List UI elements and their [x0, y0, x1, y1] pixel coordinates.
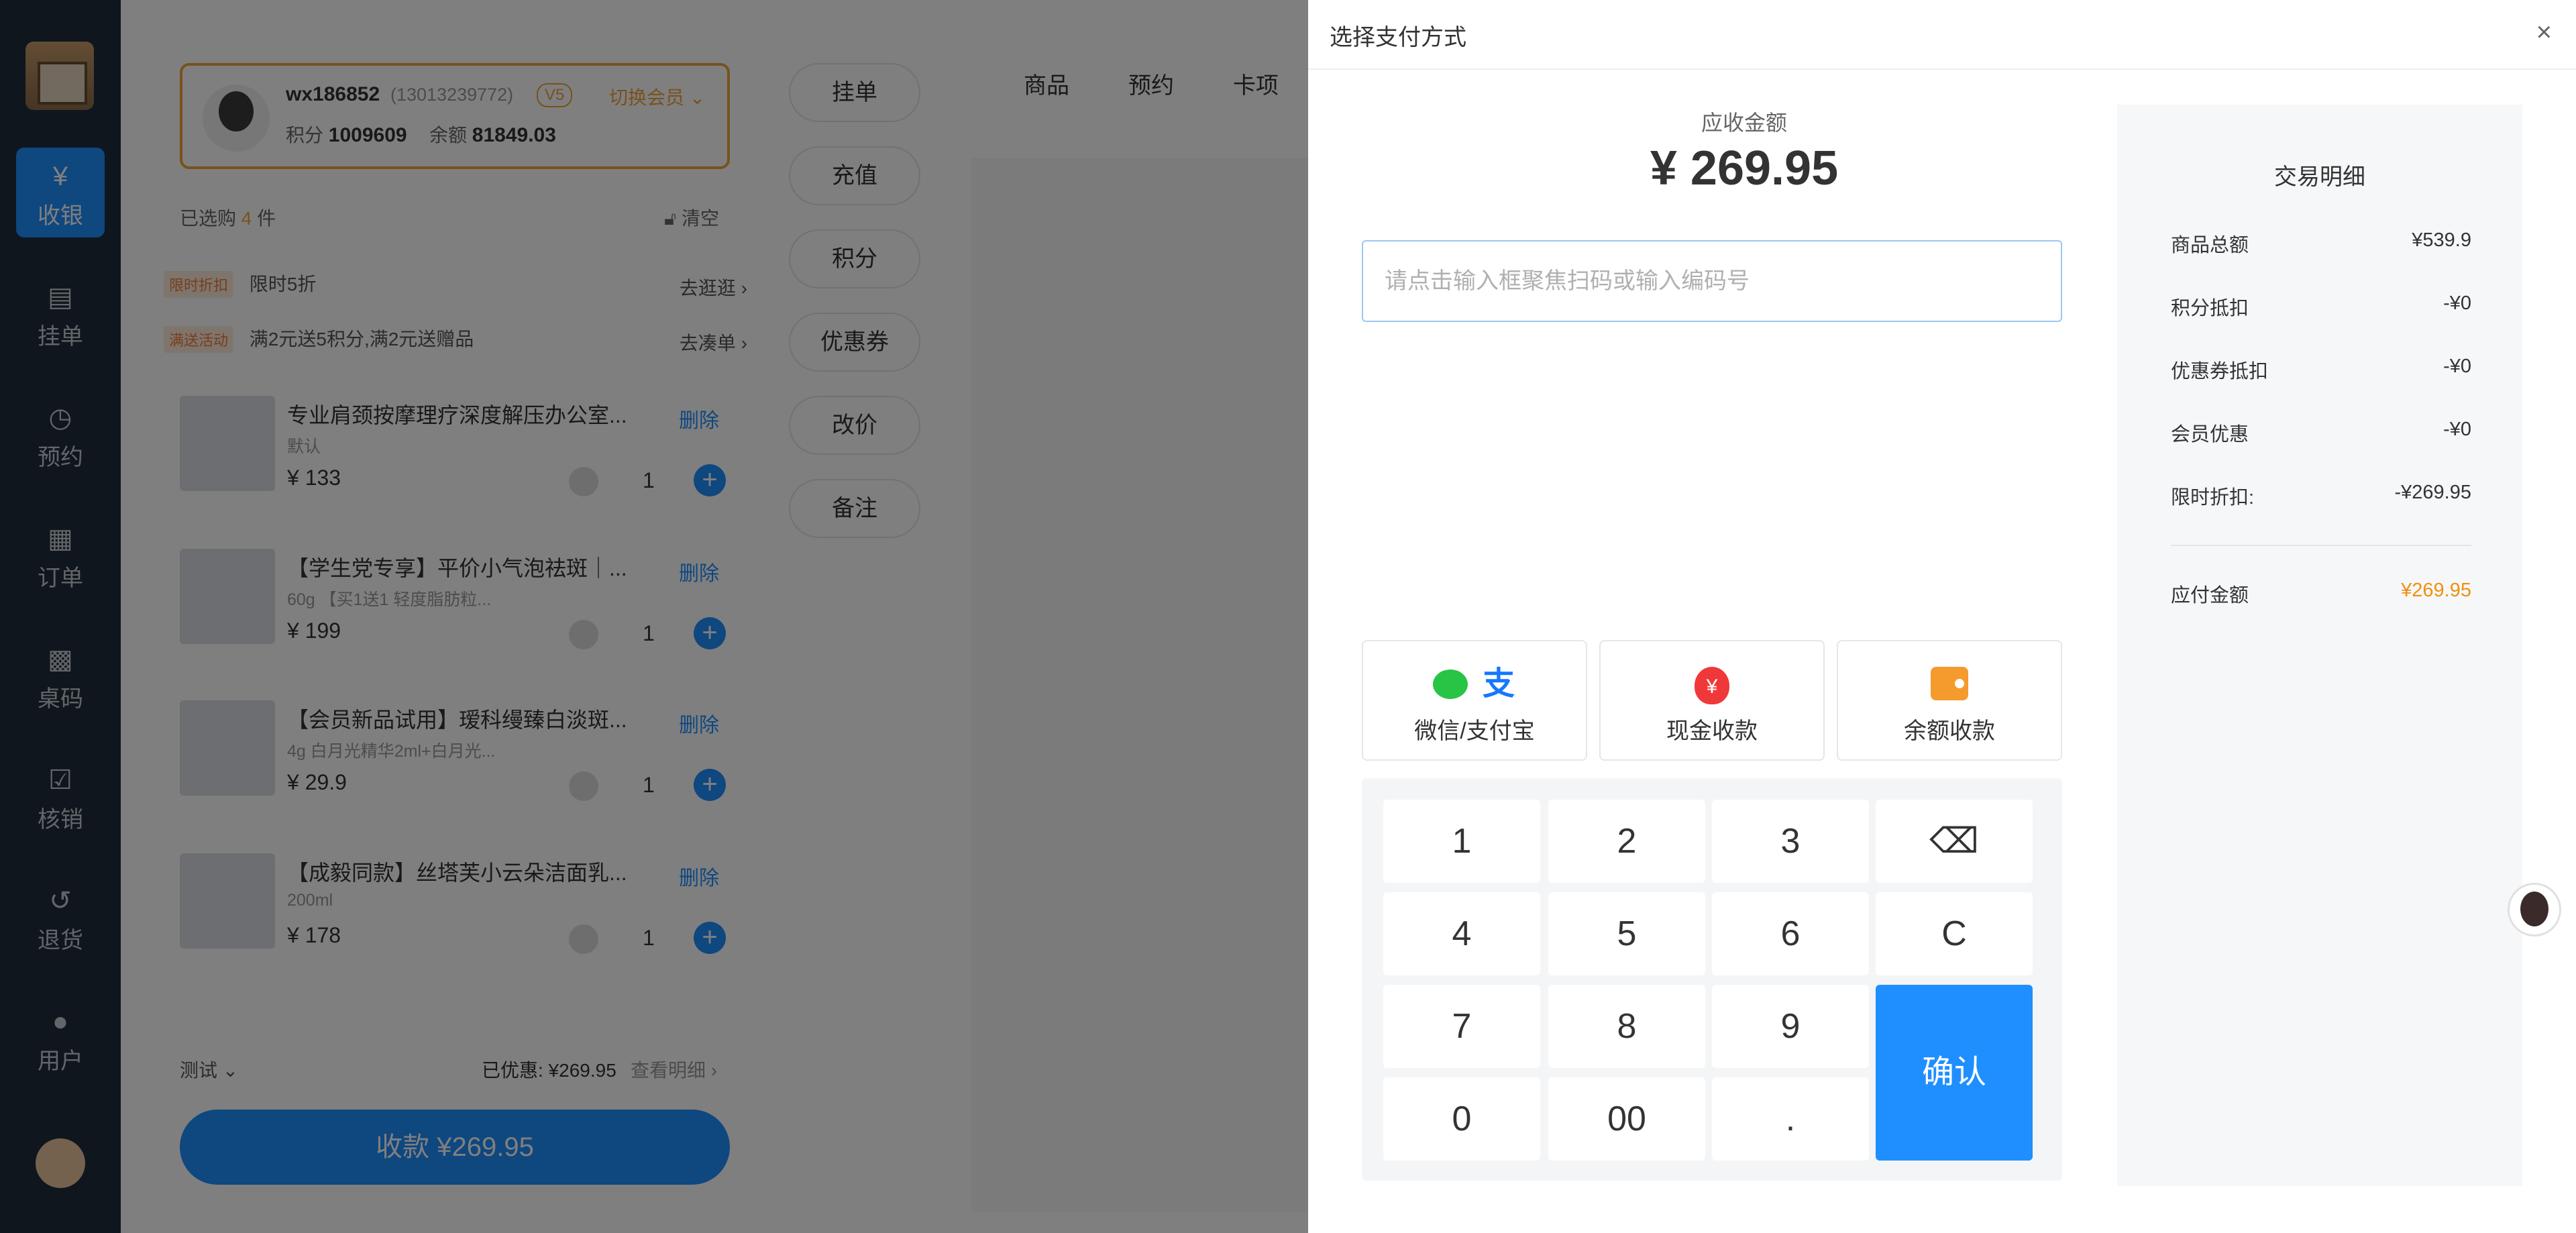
key-dot[interactable]: . — [1712, 1077, 1869, 1161]
summary-row: 会员优惠 -¥0 — [2171, 419, 2471, 447]
alipay-icon: 支 — [1482, 666, 1515, 702]
due-amount: ¥ 269.95 — [1650, 142, 1839, 195]
transaction-summary: 交易明细 商品总额 ¥539.9 积分抵扣 -¥0 优惠券抵扣 -¥0 会员优惠… — [2117, 105, 2522, 1186]
key-clear[interactable]: C — [1876, 892, 2033, 975]
key-5[interactable]: 5 — [1548, 892, 1705, 975]
close-icon[interactable]: × — [2536, 17, 2552, 48]
summary-label: 优惠券抵扣 — [2171, 361, 2269, 382]
pay-method-label: 余额收款 — [1904, 718, 1995, 744]
wallet-icon — [1931, 667, 1968, 700]
summary-row: 积分抵扣 -¥0 — [2171, 292, 2471, 321]
summary-value: ¥539.9 — [2412, 229, 2471, 251]
summary-value: -¥269.95 — [2394, 482, 2472, 503]
payment-drawer: 选择支付方式 × 应收金额 ¥ 269.95 支 微信/支付宝 ¥ 现金收款 余… — [1308, 0, 2576, 1233]
divider — [2171, 545, 2471, 546]
summary-value: -¥0 — [2443, 419, 2471, 440]
summary-label: 应付金额 — [2171, 585, 2249, 606]
numeric-keypad: 1 2 3 ⌫ 4 5 6 C 7 8 9 0 00 . 确认 — [1362, 778, 2062, 1181]
summary-row: 优惠券抵扣 -¥0 — [2171, 356, 2471, 384]
scan-code-input[interactable] — [1362, 240, 2062, 322]
summary-value: -¥0 — [2443, 292, 2471, 314]
key-2[interactable]: 2 — [1548, 800, 1705, 883]
key-7[interactable]: 7 — [1383, 985, 1540, 1068]
summary-pay-value: ¥269.95 — [2401, 580, 2471, 601]
summary-label: 限时折扣: — [2171, 487, 2255, 508]
summary-label: 会员优惠 — [2171, 424, 2249, 445]
key-6[interactable]: 6 — [1712, 892, 1869, 975]
confirm-button[interactable]: 确认 — [1876, 985, 2033, 1161]
divider — [1308, 68, 2576, 70]
key-8[interactable]: 8 — [1548, 985, 1705, 1068]
drawer-title: 选择支付方式 — [1330, 25, 1466, 50]
pay-method-label: 现金收款 — [1666, 718, 1758, 744]
pay-method-cash[interactable]: ¥ 现金收款 — [1599, 640, 1825, 761]
key-4[interactable]: 4 — [1383, 892, 1540, 975]
key-1[interactable]: 1 — [1383, 800, 1540, 883]
customer-service-avatar[interactable] — [2508, 883, 2561, 936]
summary-label: 积分抵扣 — [2171, 298, 2249, 319]
summary-value: -¥0 — [2443, 356, 2471, 377]
key-9[interactable]: 9 — [1712, 985, 1869, 1068]
summary-pay-row: 应付金额 ¥269.95 — [2171, 580, 2471, 608]
backspace-key[interactable]: ⌫ — [1876, 800, 2033, 883]
wechat-alipay-icon: 支 — [1363, 667, 1586, 704]
pay-method-label: 微信/支付宝 — [1414, 718, 1535, 744]
cash-bag-icon: ¥ — [1695, 667, 1729, 704]
pay-method-icon-wrap: ¥ — [1601, 667, 1823, 704]
backspace-icon: ⌫ — [1929, 822, 1979, 861]
key-0[interactable]: 0 — [1383, 1077, 1540, 1161]
wechat-icon — [1433, 669, 1468, 699]
pay-method-wechat-alipay[interactable]: 支 微信/支付宝 — [1362, 640, 1587, 761]
summary-row: 商品总额 ¥539.9 — [2171, 229, 2471, 258]
summary-row: 限时折扣: -¥269.95 — [2171, 482, 2471, 510]
key-00[interactable]: 00 — [1548, 1077, 1705, 1161]
summary-label: 商品总额 — [2171, 235, 2249, 256]
summary-title: 交易明细 — [2274, 164, 2365, 190]
pay-method-balance[interactable]: 余额收款 — [1837, 640, 2062, 761]
key-3[interactable]: 3 — [1712, 800, 1869, 883]
pay-method-icon-wrap — [1838, 667, 2061, 704]
modal-overlay[interactable] — [0, 0, 1308, 1233]
due-label: 应收金额 — [1701, 111, 1787, 135]
